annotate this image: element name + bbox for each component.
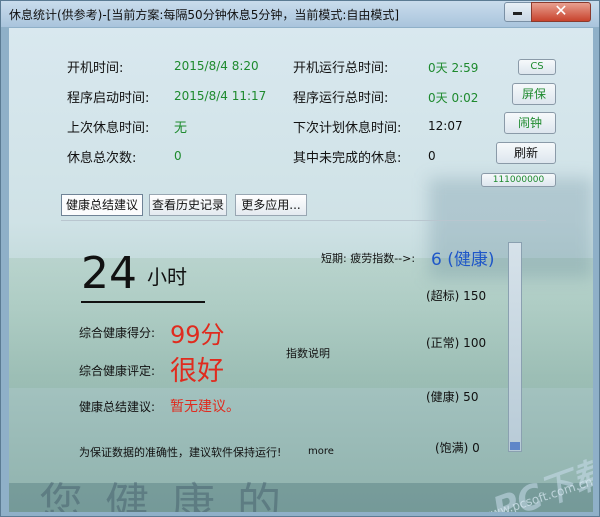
rest-count-label: 休息总次数: xyxy=(67,151,137,166)
scale-label: (超标) 150 xyxy=(426,289,487,303)
rating-label: 综合健康评定: xyxy=(79,364,156,378)
tab-divider xyxy=(61,220,546,221)
refresh-button[interactable]: 刷新 xyxy=(496,142,556,164)
app-start-label: 程序启动时间: xyxy=(67,91,150,106)
window-title: 休息统计(供参考)-[当前方案:每隔50分钟休息5分钟，当前模式:自由模式] xyxy=(9,8,400,22)
scale-label: (健康) 50 xyxy=(426,390,479,404)
scale-label: (饱满) 0 xyxy=(435,441,480,455)
unfinished-label: 其中未完成的休息: xyxy=(293,151,402,166)
close-icon: ✕ xyxy=(554,1,568,20)
screen-saver-button[interactable]: 屏保 xyxy=(512,83,556,105)
minimize-button[interactable] xyxy=(504,2,532,22)
advice-label: 健康总结建议: xyxy=(79,400,156,414)
index-explanation-link[interactable]: 指数说明 xyxy=(286,345,330,361)
last-rest-value: 无 xyxy=(174,121,188,136)
hours-unit: 小时 xyxy=(147,265,187,289)
last-rest-label: 上次休息时间: xyxy=(67,121,150,136)
next-rest-value: 12:07 xyxy=(428,119,463,133)
boot-run-value: 0天 2:59 xyxy=(428,61,479,75)
fatigue-meter-fill xyxy=(510,442,520,450)
alarm-button[interactable]: 闹钟 xyxy=(504,112,556,134)
close-button[interactable]: ✕ xyxy=(531,1,591,22)
fatigue-value: 6 (健康) xyxy=(431,250,495,270)
score-label: 综合健康得分: xyxy=(79,326,156,340)
minimize-icon xyxy=(513,12,522,15)
footer-note: 为保证数据的准确性，建议软件保持运行! xyxy=(79,446,282,459)
tab-more-apps[interactable]: 更多应用... xyxy=(235,194,307,216)
scale-label: (正常) 100 xyxy=(426,336,487,350)
fatigue-meter xyxy=(508,242,522,452)
fatigue-label: 短期: 疲劳指数-->: xyxy=(321,252,416,265)
cs-button[interactable]: CS xyxy=(518,59,556,75)
client-area: 您健康的 开机时间: 2015/8/4 8:20 程序启动时间: 2015/8/… xyxy=(9,28,593,512)
boot-time-value: 2015/8/4 8:20 xyxy=(174,59,259,73)
rating-value: 很好 xyxy=(170,356,224,387)
app-run-value: 0天 0:02 xyxy=(428,91,479,105)
unfinished-value: 0 xyxy=(428,149,436,163)
hours-underline xyxy=(81,301,205,303)
tab-history[interactable]: 查看历史记录 xyxy=(149,194,227,216)
rest-count-value: 0 xyxy=(174,149,182,163)
hours-value: 24 xyxy=(81,248,137,299)
app-window: 休息统计(供参考)-[当前方案:每隔50分钟休息5分钟，当前模式:自由模式] ✕… xyxy=(0,0,600,517)
code-button[interactable]: 111000000 xyxy=(481,173,556,187)
advice-value: 暂无建议。 xyxy=(170,399,240,415)
boot-time-label: 开机时间: xyxy=(67,61,124,76)
app-run-label: 程序运行总时间: xyxy=(293,91,389,106)
title-bar: 休息统计(供参考)-[当前方案:每隔50分钟休息5分钟，当前模式:自由模式] ✕ xyxy=(1,1,599,27)
tab-health-summary[interactable]: 健康总结建议 xyxy=(61,194,143,216)
more-link[interactable]: more xyxy=(308,446,334,457)
app-start-value: 2015/8/4 11:17 xyxy=(174,89,267,103)
next-rest-label: 下次计划休息时间: xyxy=(293,121,402,136)
background-text: 您健康的 xyxy=(39,479,303,512)
boot-run-label: 开机运行总时间: xyxy=(293,61,389,76)
score-value: 99分 xyxy=(170,321,225,349)
